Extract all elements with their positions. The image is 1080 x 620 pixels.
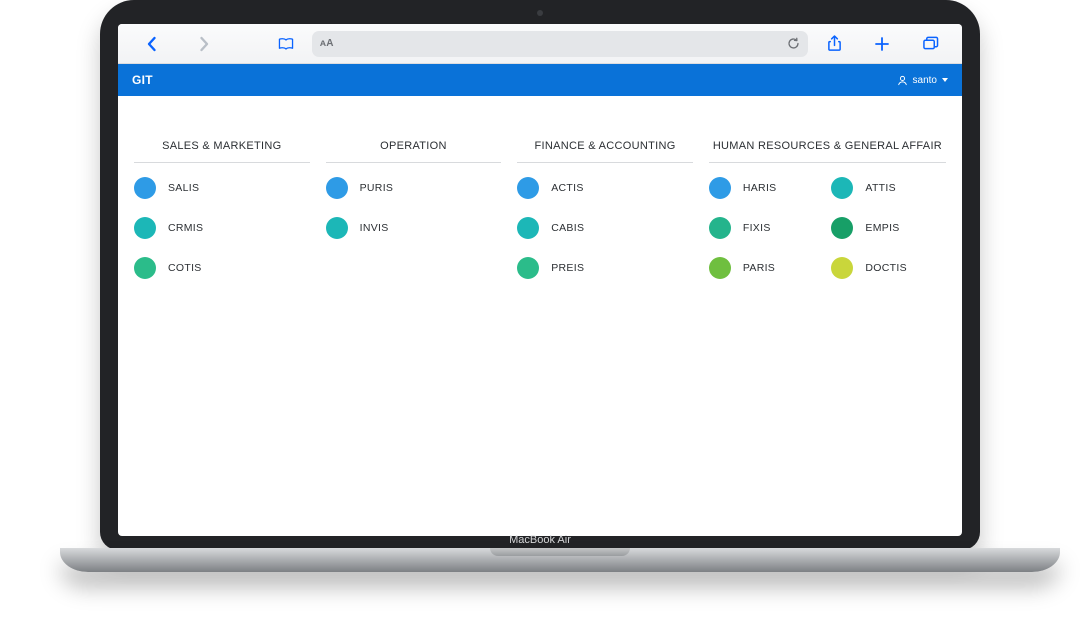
screen: ᴀA xyxy=(118,24,962,536)
reload-button[interactable] xyxy=(787,37,800,50)
app-header: GIT santo xyxy=(118,64,962,96)
module-label: EMPIS xyxy=(865,222,899,234)
module-item[interactable]: HARIS xyxy=(709,177,824,199)
share-button[interactable] xyxy=(812,30,856,58)
plus-icon xyxy=(874,36,890,52)
content: SALES & MARKETING SALIS CRMIS COTIS OPERATIO… xyxy=(118,96,962,536)
reader-button[interactable]: ᴀA xyxy=(320,38,334,49)
module-color-dot xyxy=(326,217,348,239)
module-item[interactable]: PREIS xyxy=(517,257,693,279)
laptop-base xyxy=(60,548,1060,572)
share-icon xyxy=(827,35,842,52)
module-column: OPERATION PURIS INVIS xyxy=(326,140,502,239)
column-title: HUMAN RESOURCES & GENERAL AFFAIR xyxy=(709,140,946,163)
module-item[interactable]: ATTIS xyxy=(831,177,946,199)
module-column: FINANCE & ACCOUNTING ACTIS CABIS PREIS xyxy=(517,140,693,279)
chevron-right-icon xyxy=(198,36,210,52)
module-color-dot xyxy=(517,257,539,279)
column-items: SALIS CRMIS COTIS xyxy=(134,163,310,279)
module-label: CABIS xyxy=(551,222,584,234)
module-item[interactable]: ACTIS xyxy=(517,177,693,199)
user-name: santo xyxy=(913,75,937,86)
app-title: GIT xyxy=(132,73,153,87)
chevron-left-icon xyxy=(146,36,158,52)
module-color-dot xyxy=(134,177,156,199)
module-label: FIXIS xyxy=(743,222,771,234)
module-item[interactable]: INVIS xyxy=(326,217,502,239)
forward-button[interactable] xyxy=(180,30,228,58)
caret-down-icon xyxy=(942,78,948,82)
module-item[interactable]: CRMIS xyxy=(134,217,310,239)
module-columns: SALES & MARKETING SALIS CRMIS COTIS OPERATIO… xyxy=(134,140,946,279)
module-color-dot xyxy=(709,257,731,279)
module-label: INVIS xyxy=(360,222,389,234)
module-item[interactable]: PARIS xyxy=(709,257,824,279)
module-column: HUMAN RESOURCES & GENERAL AFFAIR HARIS ATT… xyxy=(709,140,946,279)
module-item[interactable]: PURIS xyxy=(326,177,502,199)
column-title: SALES & MARKETING xyxy=(134,140,310,163)
user-menu[interactable]: santo xyxy=(897,75,948,86)
browser-toolbar: ᴀA xyxy=(118,24,962,64)
module-color-dot xyxy=(709,177,731,199)
module-item[interactable]: SALIS xyxy=(134,177,310,199)
module-label: COTIS xyxy=(168,262,202,274)
reload-icon xyxy=(787,37,800,50)
camera xyxy=(537,10,543,16)
module-color-dot xyxy=(134,217,156,239)
screen-bezel: ᴀA xyxy=(100,0,980,550)
module-label: PREIS xyxy=(551,262,584,274)
column-items: HARIS ATTIS FIXIS EMPIS PARIS DOCTIS xyxy=(709,163,946,279)
book-icon xyxy=(277,37,295,51)
module-label: ATTIS xyxy=(865,182,895,194)
module-column: SALES & MARKETING SALIS CRMIS COTIS xyxy=(134,140,310,279)
module-color-dot xyxy=(831,257,853,279)
user-icon xyxy=(897,75,908,86)
device-label: MacBook Air xyxy=(509,534,571,546)
column-items: PURIS INVIS xyxy=(326,163,502,239)
module-label: CRMIS xyxy=(168,222,203,234)
module-label: PURIS xyxy=(360,182,394,194)
address-bar[interactable]: ᴀA xyxy=(312,31,808,57)
column-items: ACTIS CABIS PREIS xyxy=(517,163,693,279)
back-button[interactable] xyxy=(128,30,176,58)
column-title: OPERATION xyxy=(326,140,502,163)
tabs-button[interactable] xyxy=(908,30,952,58)
module-color-dot xyxy=(134,257,156,279)
module-label: HARIS xyxy=(743,182,777,194)
module-item[interactable]: EMPIS xyxy=(831,217,946,239)
module-color-dot xyxy=(517,217,539,239)
module-label: SALIS xyxy=(168,182,199,194)
module-item[interactable]: DOCTIS xyxy=(831,257,946,279)
module-color-dot xyxy=(831,217,853,239)
module-item[interactable]: FIXIS xyxy=(709,217,824,239)
new-tab-button[interactable] xyxy=(860,30,904,58)
module-label: DOCTIS xyxy=(865,262,906,274)
module-color-dot xyxy=(709,217,731,239)
column-title: FINANCE & ACCOUNTING xyxy=(517,140,693,163)
module-item[interactable]: CABIS xyxy=(517,217,693,239)
bookmarks-button[interactable] xyxy=(264,30,308,58)
module-color-dot xyxy=(326,177,348,199)
laptop-frame: ᴀA xyxy=(60,0,1020,572)
module-item[interactable]: COTIS xyxy=(134,257,310,279)
module-label: ACTIS xyxy=(551,182,583,194)
module-color-dot xyxy=(517,177,539,199)
tabs-icon xyxy=(922,36,939,51)
module-label: PARIS xyxy=(743,262,775,274)
module-color-dot xyxy=(831,177,853,199)
